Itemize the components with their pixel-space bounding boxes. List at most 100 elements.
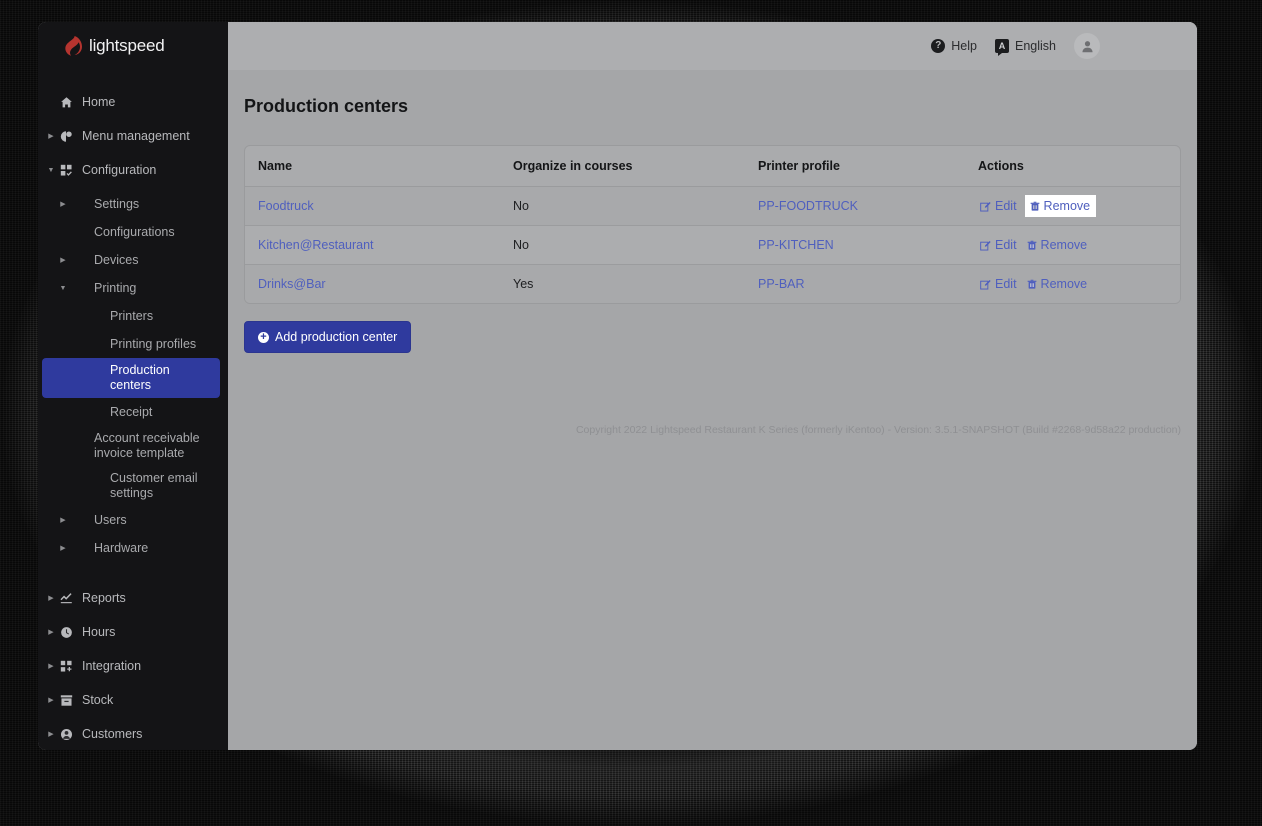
edit-action[interactable]: Edit — [978, 198, 1019, 214]
home-icon — [60, 96, 82, 109]
table-head: Name Organize in courses Printer profile Ac… — [245, 146, 1180, 187]
table-header-organize-in-courses: Organize in courses — [500, 146, 745, 187]
integration-icon — [60, 660, 72, 672]
remove-label: Remove — [1043, 199, 1091, 213]
edit-label: Edit — [995, 199, 1017, 213]
cell-actions: Edit Remove — [965, 265, 1180, 304]
table-body: Foodtruck No PP-FOODTRUCK Edit Remove Kitchen… — [245, 186, 1180, 304]
sidebar-item-settings[interactable]: ▶ Settings — [42, 190, 220, 218]
chevron-right-icon: ▶ — [48, 132, 54, 140]
row-actions: Edit Remove — [978, 195, 1180, 217]
sidebar: lightspeed ▶Home▶Menu management▼Configu… — [38, 22, 228, 750]
trash-icon — [1030, 201, 1039, 211]
chevron-right-icon: ▶ — [60, 256, 66, 264]
chevron-right-icon: ▶ — [48, 628, 54, 636]
sidebar-item-menu-management[interactable]: ▶ Menu management — [42, 122, 220, 150]
sidebar-item-label: Integration — [82, 658, 142, 673]
sidebar-item-printing-profiles[interactable]: ▶Printing profiles — [42, 330, 220, 358]
sidebar-item-receipt[interactable]: ▶Receipt — [42, 398, 220, 426]
help-label: Help — [951, 39, 977, 53]
chevron-right-icon: ▶ — [60, 544, 66, 552]
production-centers-card: Name Organize in courses Printer profile Ac… — [244, 145, 1181, 304]
help-button[interactable]: ? Help — [931, 39, 977, 53]
production-center-link[interactable]: Kitchen@Restaurant — [258, 238, 374, 252]
sidebar-item-configurations[interactable]: ▶Configurations — [42, 218, 220, 246]
menu-icon — [60, 130, 82, 143]
sidebar-nav-primary: ▶Home▶Menu management▼Configuration▶Sett… — [38, 70, 228, 562]
edit-action[interactable]: Edit — [978, 237, 1019, 253]
sidebar-item-label: Reports — [82, 590, 126, 605]
sidebar-item-printing[interactable]: ▼ Printing — [42, 274, 220, 302]
sidebar-item-integration[interactable]: ▶ Integration — [42, 652, 220, 680]
brand-logo[interactable]: lightspeed — [38, 22, 228, 70]
chevron-right-icon: ▶ — [60, 516, 66, 524]
sidebar-item-devices[interactable]: ▶ Devices — [42, 246, 220, 274]
remove-action[interactable]: Remove — [1025, 276, 1090, 292]
chevron-right-icon: ▶ — [48, 594, 54, 602]
customers-icon — [60, 728, 82, 741]
sidebar-item-label: Stock — [82, 692, 114, 707]
sidebar-item-printers[interactable]: ▶Printers — [42, 302, 220, 330]
sidebar-item-label: Configuration — [82, 162, 157, 177]
cell-name: Foodtruck — [245, 187, 500, 226]
chevron-right-icon: ▶ — [48, 730, 54, 738]
sidebar-item-customer-email-settings[interactable]: ▶Customer email settings — [42, 466, 220, 506]
printer-profile-link[interactable]: PP-FOODTRUCK — [758, 199, 858, 213]
sidebar-item-hardware[interactable]: ▶ Hardware — [42, 534, 220, 562]
edit-action[interactable]: Edit — [978, 276, 1019, 292]
remove-label: Remove — [1040, 238, 1088, 252]
production-center-link[interactable]: Foodtruck — [258, 199, 314, 213]
remove-action[interactable]: Remove — [1025, 237, 1090, 253]
sidebar-item-label: Configurations — [94, 224, 175, 239]
cell-printer-profile: PP-BAR — [745, 265, 965, 304]
production-center-link[interactable]: Drinks@Bar — [258, 277, 326, 291]
app-window: lightspeed ▶Home▶Menu management▼Configu… — [38, 22, 1197, 750]
table-header-actions: Actions — [965, 146, 1180, 187]
cell-organize-in-courses: No — [513, 238, 529, 252]
chevron-down-icon: ▼ — [47, 166, 55, 174]
trash-icon — [1027, 279, 1036, 289]
add-production-center-button[interactable]: + Add production center — [244, 321, 412, 353]
cell-printer-profile: PP-KITCHEN — [745, 226, 965, 265]
table-row: Drinks@Bar Yes PP-BAR Edit Remove — [245, 264, 1180, 304]
production-centers-table: Name Organize in courses Printer profile Ac… — [245, 146, 1180, 303]
sidebar-item-label: Home — [82, 94, 116, 109]
language-selector[interactable]: A English — [995, 39, 1056, 56]
lightspeed-flame-icon — [65, 36, 82, 56]
sidebar-item-home[interactable]: ▶Home — [42, 88, 220, 116]
sidebar-item-label: Receipt — [110, 404, 153, 419]
sidebar-item-users[interactable]: ▶ Users — [42, 506, 220, 534]
cell-printer-profile: PP-FOODTRUCK — [745, 187, 965, 226]
sidebar-item-customers[interactable]: ▶ Customers — [42, 720, 220, 748]
language-label: English — [1015, 39, 1056, 53]
table-header-row: Name Organize in courses Printer profile Ac… — [245, 146, 1180, 187]
cell-name: Drinks@Bar — [245, 265, 500, 304]
sidebar-item-production-centers[interactable]: ▶Production centers — [42, 358, 220, 398]
screenshot-root: lightspeed ▶Home▶Menu management▼Configu… — [0, 0, 1262, 826]
sidebar-item-label: Account receivable invoice template — [94, 431, 200, 460]
brand-name: lightspeed — [89, 36, 165, 55]
home-icon — [61, 96, 72, 107]
sidebar-item-account-receivable-invoice-template[interactable]: ▶Account receivable invoice template — [42, 426, 220, 466]
cell-organize-in-courses: No — [513, 199, 529, 213]
edit-icon — [980, 279, 991, 290]
chevron-right-icon: ▶ — [48, 696, 54, 704]
top-bar: ? Help A English — [228, 22, 1197, 70]
sidebar-item-reports[interactable]: ▶ Reports — [42, 584, 220, 612]
printer-profile-link[interactable]: PP-KITCHEN — [758, 238, 834, 252]
sidebar-item-stock[interactable]: ▶ Stock — [42, 686, 220, 714]
sidebar-item-label: Printing profiles — [110, 336, 197, 351]
remove-action[interactable]: Remove — [1024, 195, 1097, 217]
customers-icon — [60, 728, 73, 740]
printer-profile-link[interactable]: PP-BAR — [758, 277, 805, 291]
row-actions: Edit Remove — [978, 237, 1180, 253]
user-avatar-button[interactable] — [1074, 33, 1100, 59]
config-icon — [60, 164, 82, 177]
sidebar-item-label: Customers — [82, 726, 143, 741]
trash-icon — [1027, 240, 1036, 250]
sidebar-item-configuration[interactable]: ▼ Configuration — [42, 156, 220, 184]
table-row: Foodtruck No PP-FOODTRUCK Edit Remove — [245, 186, 1180, 226]
help-icon: ? — [931, 39, 946, 53]
sidebar-item-hours[interactable]: ▶ Hours — [42, 618, 220, 646]
sidebar-item-label: Printing — [94, 280, 137, 295]
